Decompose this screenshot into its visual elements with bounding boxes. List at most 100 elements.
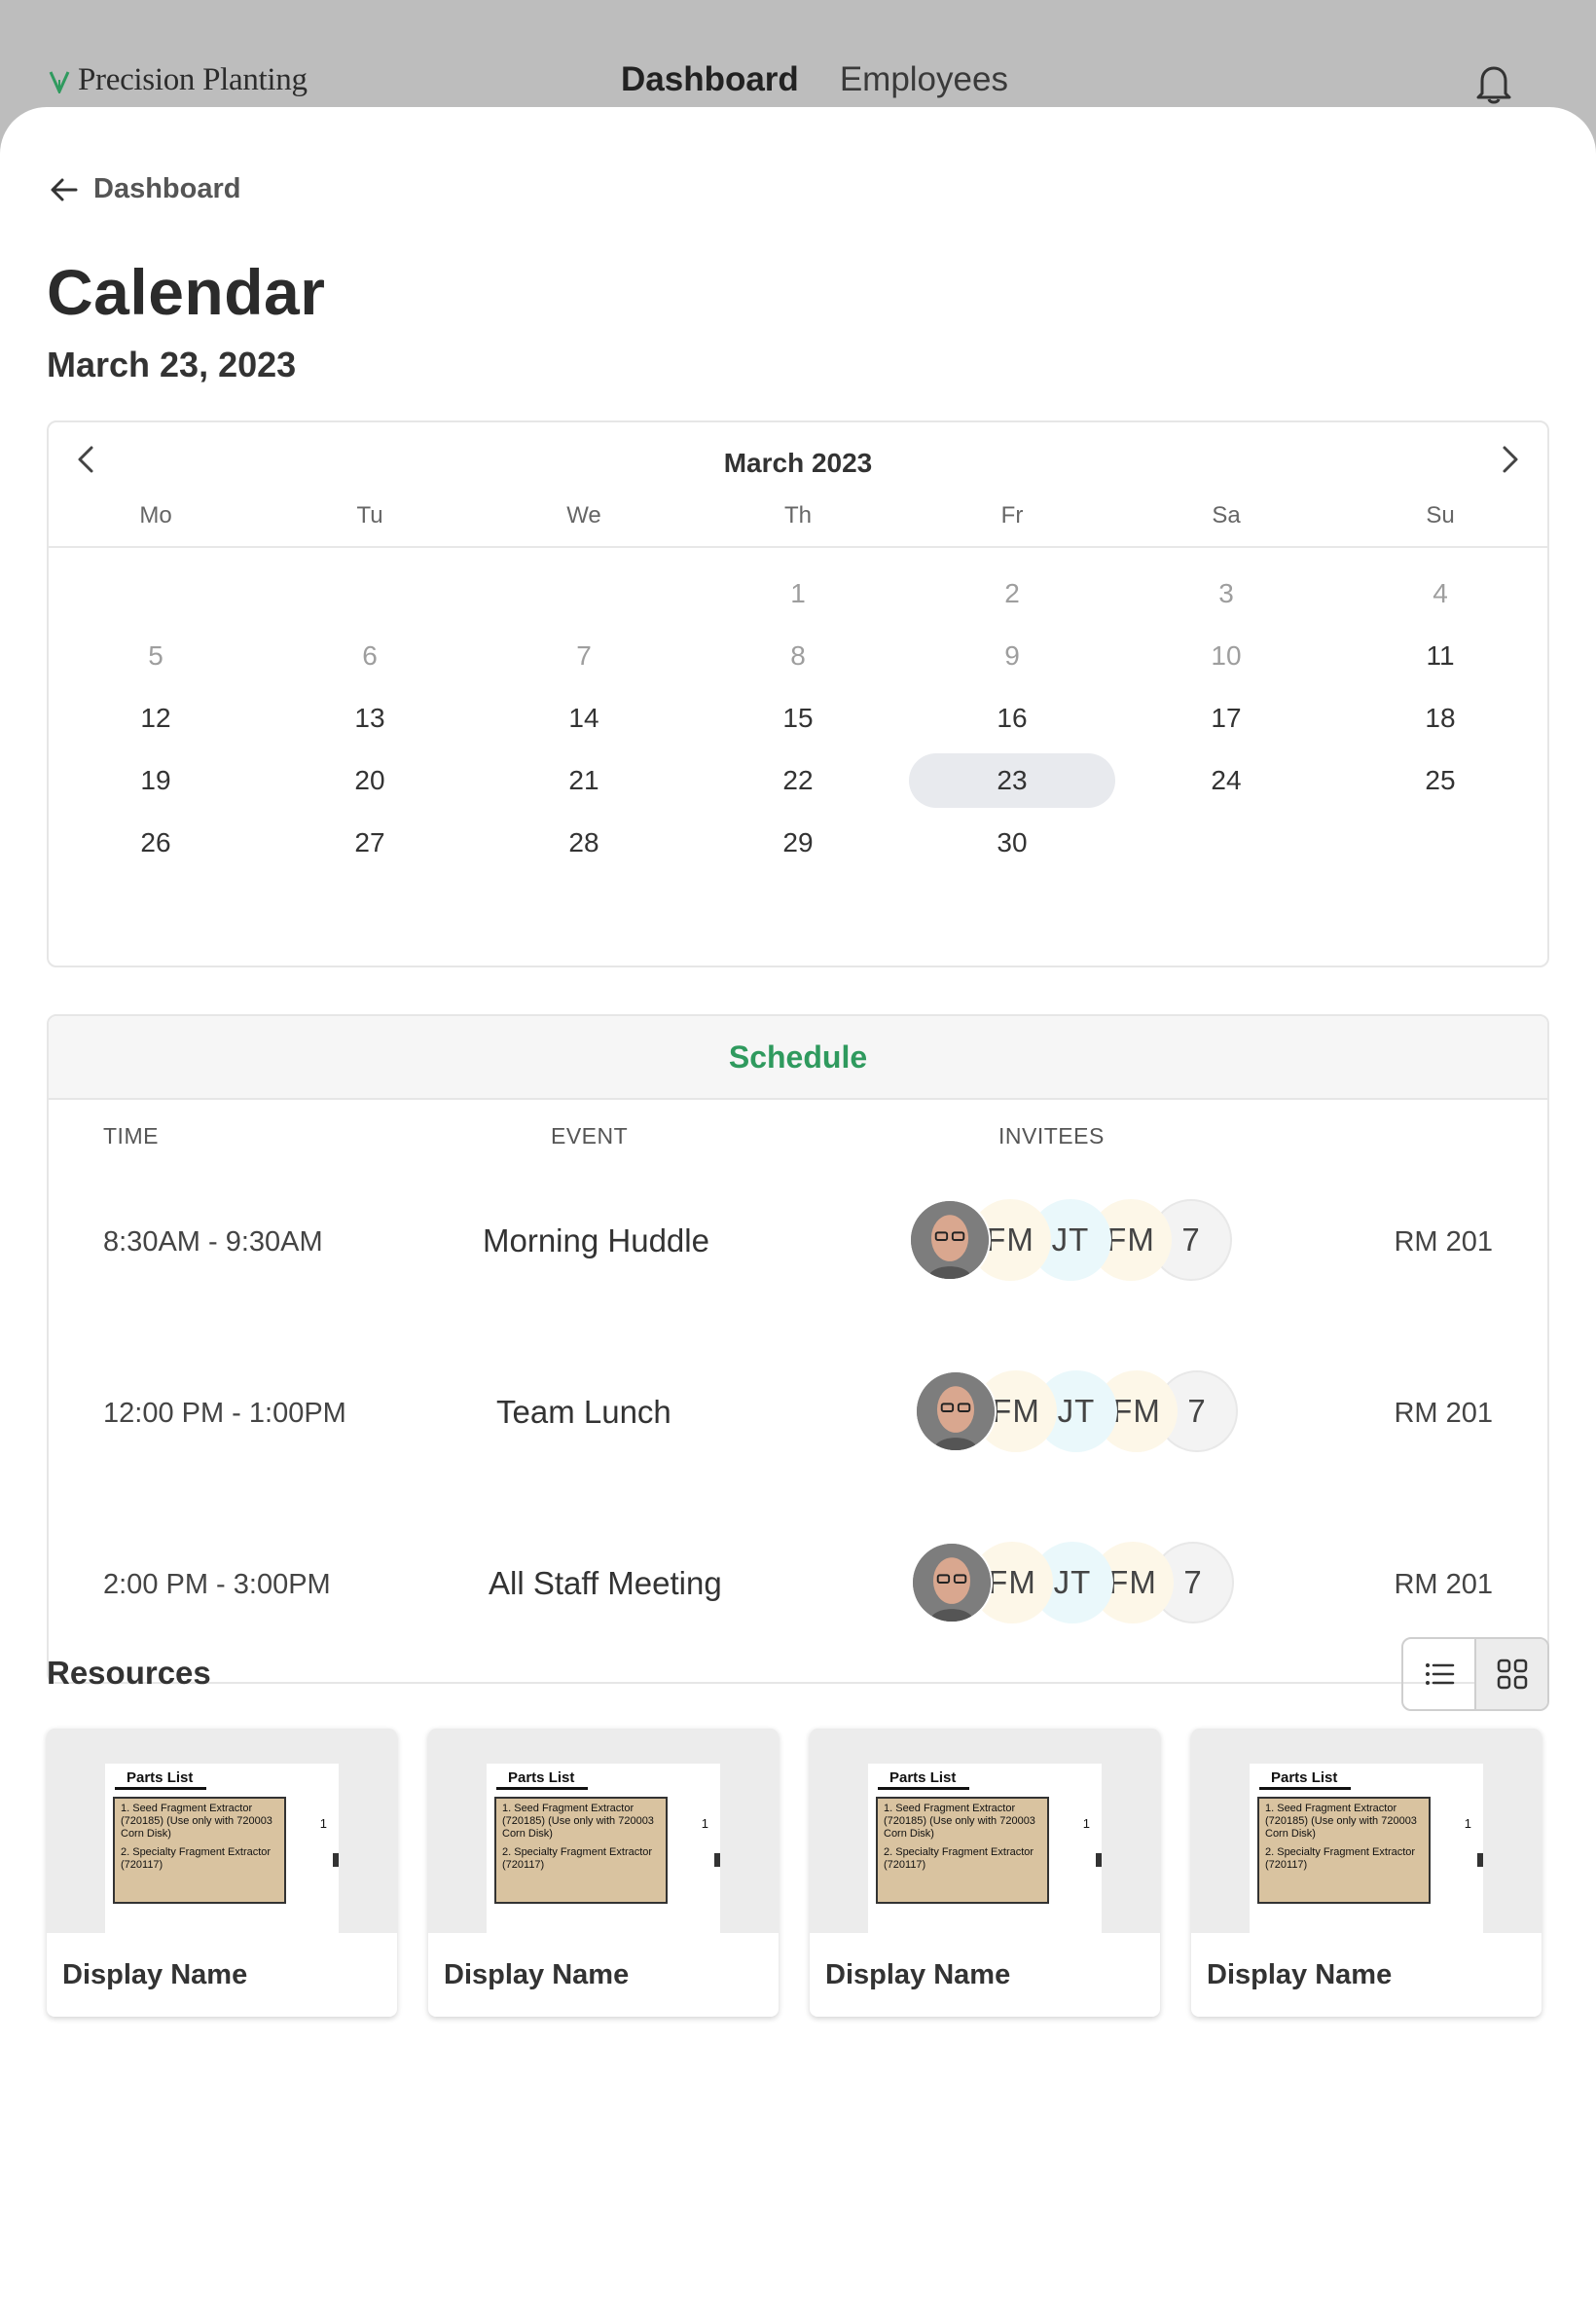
calendar-day-number: 5 — [148, 640, 163, 671]
schedule-row[interactable]: 8:30AM - 9:30AM Morning Huddle FM JT FM … — [49, 1199, 1547, 1287]
weekday-label: Sa — [1212, 502, 1241, 529]
doc-item: 2. Specialty Fragment Extractor (720117) — [502, 1846, 653, 1871]
calendar-day[interactable]: 22 — [691, 749, 905, 812]
calendar-day[interactable]: 14 — [477, 687, 691, 749]
calendar-day-number: 3 — [1218, 578, 1234, 608]
calendar-day-number: 28 — [568, 827, 599, 857]
calendar-day[interactable]: 27 — [263, 812, 477, 874]
calendar-day[interactable]: 28 — [477, 812, 691, 874]
column-header-invitees: INVITEES — [998, 1123, 1105, 1148]
person-photo-icon — [917, 1372, 995, 1450]
calendar-day-number: 30 — [997, 827, 1028, 857]
calendar-day-number: 9 — [1004, 640, 1020, 671]
event-name: Morning Huddle — [483, 1222, 709, 1258]
document-thumbnail: Parts List 1. Seed Fragment Extractor (7… — [810, 1729, 1160, 1933]
calendar-day[interactable]: 24 — [1119, 749, 1333, 812]
divider — [878, 1787, 969, 1790]
list-view-button[interactable] — [1403, 1639, 1474, 1709]
schedule-row[interactable]: 2:00 PM - 3:00PM All Staff Meeting FM JT… — [49, 1542, 1547, 1629]
calendar-day[interactable]: 2 — [905, 563, 1119, 625]
main-content: Dashboard Calendar March 23, 2023 March … — [0, 107, 1596, 2297]
back-to-dashboard-link[interactable]: Dashboard — [49, 173, 240, 205]
resource-name: Display Name — [62, 1958, 248, 1990]
document-preview: Parts List 1. Seed Fragment Extractor (7… — [1250, 1764, 1483, 1933]
event-room: RM 201 — [1394, 1398, 1493, 1429]
calendar-empty-cell — [1119, 812, 1333, 874]
doc-item: 1. Seed Fragment Extractor (720185) (Use… — [1265, 1803, 1417, 1840]
document-preview: Parts List 1. Seed Fragment Extractor (7… — [105, 1764, 339, 1933]
calendar-day[interactable]: 8 — [691, 625, 905, 687]
calendar-day[interactable]: 11 — [1333, 625, 1547, 687]
brand-name: Precision Planting — [78, 62, 308, 97]
month-calendar: March 2023 Mo Tu We Th Fr Sa Su 12345678… — [47, 420, 1549, 967]
document-preview: Parts List 1. Seed Fragment Extractor (7… — [487, 1764, 720, 1933]
divider — [496, 1787, 588, 1790]
calendar-day[interactable]: 12 — [49, 687, 263, 749]
calendar-day[interactable]: 19 — [49, 749, 263, 812]
event-time: 8:30AM - 9:30AM — [103, 1226, 323, 1258]
calendar-day-grid: 1 2 3 4 5 6 7 8 9 10 11 12 13 14 15 16 17 18 19 20 21 22 23 24 2… — [49, 563, 1547, 874]
resource-card[interactable]: Parts List 1. Seed Fragment Extractor (7… — [1191, 1729, 1542, 2017]
logo-sprout-icon — [49, 70, 70, 93]
calendar-day-number: 23 — [997, 765, 1028, 795]
doc-title: Parts List — [889, 1769, 957, 1786]
calendar-day[interactable]: 26 — [49, 812, 263, 874]
invitee-avatars[interactable]: FM JT FM 7 — [909, 1199, 1232, 1281]
weekday-label: We — [566, 502, 601, 529]
schedule-row[interactable]: 12:00 PM - 1:00PM Team Lunch FM JT FM 7 — [49, 1370, 1547, 1458]
weekday-label: Tu — [356, 502, 383, 529]
calendar-day[interactable]: 4 — [1333, 563, 1547, 625]
resource-card[interactable]: Parts List 1. Seed Fragment Extractor (7… — [47, 1729, 397, 2017]
invitee-avatars[interactable]: FM JT FM 7 — [911, 1542, 1234, 1623]
calendar-day[interactable]: 7 — [477, 625, 691, 687]
calendar-day[interactable]: 5 — [49, 625, 263, 687]
calendar-day-selected[interactable]: 23 — [905, 749, 1119, 812]
calendar-day-number: 7 — [576, 640, 592, 671]
doc-mark — [333, 1853, 339, 1867]
resource-name: Display Name — [1207, 1958, 1393, 1990]
calendar-day-number: 4 — [1433, 578, 1448, 608]
calendar-day[interactable]: 16 — [905, 687, 1119, 749]
calendar-day[interactable]: 30 — [905, 812, 1119, 874]
calendar-day[interactable]: 3 — [1119, 563, 1333, 625]
resource-card[interactable]: Parts List 1. Seed Fragment Extractor (7… — [428, 1729, 779, 2017]
calendar-day[interactable]: 18 — [1333, 687, 1547, 749]
resources-title: Resources — [47, 1655, 211, 1691]
doc-parts-box: 1. Seed Fragment Extractor (720185) (Use… — [1257, 1797, 1431, 1904]
calendar-day[interactable]: 25 — [1333, 749, 1547, 812]
avatar — [909, 1199, 991, 1281]
document-thumbnail: Parts List 1. Seed Fragment Extractor (7… — [47, 1729, 397, 1933]
schedule-title: Schedule — [49, 1016, 1547, 1100]
chevron-right-icon[interactable] — [1491, 440, 1530, 479]
event-room: RM 201 — [1394, 1569, 1493, 1600]
bell-icon[interactable] — [1474, 62, 1513, 105]
resource-card[interactable]: Parts List 1. Seed Fragment Extractor (7… — [810, 1729, 1160, 2017]
nav-dashboard[interactable]: Dashboard — [621, 60, 799, 99]
brand-logo[interactable]: Precision Planting — [47, 62, 308, 98]
nav-employees[interactable]: Employees — [840, 60, 1008, 99]
weekday-label: Th — [783, 502, 812, 529]
calendar-day[interactable]: 15 — [691, 687, 905, 749]
calendar-empty-cell — [49, 563, 263, 625]
calendar-day[interactable]: 10 — [1119, 625, 1333, 687]
grid-view-button[interactable] — [1474, 1639, 1547, 1709]
calendar-day[interactable]: 21 — [477, 749, 691, 812]
calendar-day[interactable]: 6 — [263, 625, 477, 687]
calendar-day[interactable]: 20 — [263, 749, 477, 812]
doc-item: 1. Seed Fragment Extractor (720185) (Use… — [121, 1803, 272, 1840]
calendar-day-number: 1 — [790, 578, 806, 608]
calendar-day[interactable]: 9 — [905, 625, 1119, 687]
calendar-day[interactable]: 17 — [1119, 687, 1333, 749]
calendar-day-number: 20 — [354, 765, 385, 795]
calendar-day-number: 11 — [1426, 640, 1455, 671]
doc-item: 1. Seed Fragment Extractor (720185) (Use… — [502, 1803, 654, 1840]
calendar-day[interactable]: 29 — [691, 812, 905, 874]
document-thumbnail: Parts List 1. Seed Fragment Extractor (7… — [428, 1729, 779, 1933]
doc-item: 1. Seed Fragment Extractor (720185) (Use… — [884, 1803, 1035, 1840]
person-photo-icon — [913, 1544, 991, 1622]
calendar-day[interactable]: 1 — [691, 563, 905, 625]
view-mode-toggle — [1401, 1637, 1549, 1711]
invitee-avatars[interactable]: FM JT FM 7 — [915, 1370, 1238, 1452]
doc-number: 1 — [1464, 1816, 1471, 1831]
calendar-day[interactable]: 13 — [263, 687, 477, 749]
